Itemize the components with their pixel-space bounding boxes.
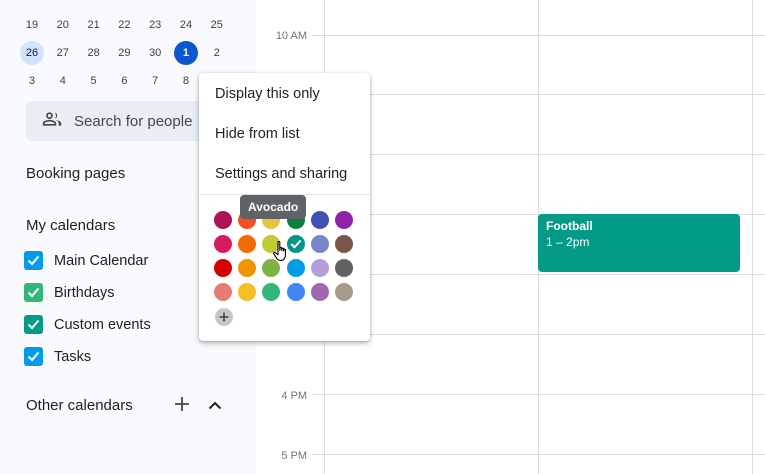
color-tooltip: Avocado xyxy=(240,195,307,219)
grid-line xyxy=(324,94,765,95)
grid-line xyxy=(324,454,765,455)
grid-tick xyxy=(312,394,324,395)
booking-pages-heading[interactable]: Booking pages xyxy=(26,165,125,182)
color-swatch[interactable] xyxy=(310,283,329,301)
event-title: Football xyxy=(546,219,593,233)
calendar-item-label: Main Calendar xyxy=(54,252,149,269)
color-swatch[interactable] xyxy=(286,283,305,301)
color-swatch[interactable] xyxy=(310,259,329,277)
calendar-item[interactable]: Custom events xyxy=(24,315,151,334)
grid-line xyxy=(324,394,765,395)
color-swatch[interactable] xyxy=(262,283,281,301)
mini-calendar-day[interactable]: 24 xyxy=(174,13,198,37)
event-football[interactable]: Football 1 – 2pm xyxy=(538,214,740,272)
grid-tick xyxy=(312,454,324,455)
color-swatch[interactable] xyxy=(310,235,329,253)
hand-cursor-icon xyxy=(272,240,290,267)
mini-calendar-day[interactable]: 26 xyxy=(20,41,44,65)
mini-calendar-day[interactable]: 21 xyxy=(82,13,106,37)
color-swatch[interactable] xyxy=(238,283,257,301)
mini-calendar-day[interactable]: 29 xyxy=(112,41,136,65)
time-label-4pm: 4 PM xyxy=(281,390,307,402)
mini-calendar-day[interactable]: 23 xyxy=(143,13,167,37)
mini-calendar-week: 26 27 28 29 30 1 2 xyxy=(20,41,236,65)
people-icon xyxy=(42,109,62,134)
calendar-item[interactable]: Tasks xyxy=(24,347,91,366)
mini-calendar-day[interactable]: 22 xyxy=(112,13,136,37)
color-swatch[interactable] xyxy=(238,259,257,277)
grid-line xyxy=(324,154,765,155)
menu-item-hide-from-list[interactable]: Hide from list xyxy=(199,114,370,154)
add-custom-color-button[interactable] xyxy=(215,308,233,326)
mini-calendar-day[interactable]: 28 xyxy=(82,41,106,65)
mini-calendar-day[interactable]: 3 xyxy=(20,69,44,93)
plus-icon[interactable] xyxy=(171,393,193,415)
calendar-item[interactable]: Birthdays xyxy=(24,283,114,302)
calendar-item-label: Custom events xyxy=(54,316,151,333)
color-swatch[interactable] xyxy=(214,283,232,301)
mini-calendar-day[interactable]: 5 xyxy=(82,69,106,93)
mini-calendar-day[interactable]: 27 xyxy=(51,41,75,65)
mini-calendar-day[interactable]: 20 xyxy=(51,13,75,37)
color-swatch[interactable] xyxy=(335,283,353,301)
checkbox-checked-icon[interactable] xyxy=(24,251,43,270)
time-label-10am: 10 AM xyxy=(275,30,307,42)
grid-line xyxy=(752,0,753,474)
grid-line xyxy=(324,334,765,335)
color-swatch[interactable] xyxy=(335,211,353,229)
color-swatch[interactable] xyxy=(335,235,353,253)
grid-tick xyxy=(312,35,324,36)
calendar-item[interactable]: Main Calendar xyxy=(24,251,148,270)
event-time: 1 – 2pm xyxy=(546,235,590,249)
color-swatch[interactable] xyxy=(335,259,353,277)
mini-calendar-day[interactable]: 30 xyxy=(143,41,167,65)
time-label-5pm: 5 PM xyxy=(281,450,307,462)
other-calendars-heading: Other calendars xyxy=(26,397,133,414)
menu-item-display-only[interactable]: Display this only xyxy=(199,74,370,114)
checkbox-checked-icon[interactable] xyxy=(24,347,43,366)
mini-calendar-day[interactable]: 1 xyxy=(173,41,198,65)
grid-line xyxy=(324,35,765,36)
color-swatch[interactable] xyxy=(214,211,232,229)
mini-calendar-day[interactable]: 2 xyxy=(205,41,229,65)
mini-calendar-day[interactable]: 7 xyxy=(143,69,167,93)
calendar-item-label: Birthdays xyxy=(54,284,115,301)
chevron-up-icon[interactable] xyxy=(204,394,226,416)
mini-calendar-day[interactable]: 25 xyxy=(205,13,229,37)
mini-calendar-week: 19 20 21 22 23 24 25 xyxy=(20,13,236,37)
grid-line xyxy=(324,274,765,275)
mini-calendar-day[interactable]: 19 xyxy=(20,13,44,37)
mini-calendar-day[interactable]: 6 xyxy=(112,69,136,93)
my-calendars-heading[interactable]: My calendars xyxy=(26,217,115,234)
search-people-label: Search for people xyxy=(74,112,193,130)
checkbox-checked-icon[interactable] xyxy=(24,283,43,302)
mini-calendar-day[interactable]: 8 xyxy=(174,69,198,93)
checkmark-icon xyxy=(290,239,302,249)
color-swatch[interactable] xyxy=(214,259,232,277)
checkbox-checked-icon[interactable] xyxy=(24,315,43,334)
color-swatch[interactable] xyxy=(214,235,232,253)
menu-item-settings-sharing[interactable]: Settings and sharing xyxy=(199,154,370,194)
mini-calendar-day[interactable]: 4 xyxy=(51,69,75,93)
color-swatch[interactable] xyxy=(310,211,329,229)
calendar-item-label: Tasks xyxy=(54,348,92,365)
color-swatch[interactable] xyxy=(238,235,257,253)
